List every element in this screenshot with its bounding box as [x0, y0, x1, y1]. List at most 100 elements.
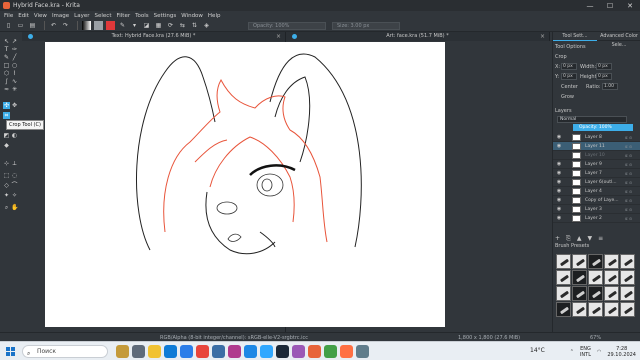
multibrush-icon[interactable]: ✳	[11, 86, 18, 93]
tab-advanced-color-selector[interactable]: Advanced Color Sele...	[597, 32, 640, 48]
edge-icon[interactable]	[164, 345, 177, 358]
transform-tool-icon[interactable]: ✣	[3, 102, 10, 109]
erase-mode-icon[interactable]: ◪	[142, 21, 151, 30]
brush-preset-icon[interactable]	[604, 254, 619, 269]
brush-preset-icon[interactable]	[572, 270, 587, 285]
y-input[interactable]: 0 px	[561, 73, 577, 80]
layer-row[interactable]: ◉ Layer 8 α ⊙	[553, 133, 640, 142]
brush-preset-icon[interactable]	[620, 270, 635, 285]
rectangle-tool-icon[interactable]: □	[3, 62, 10, 69]
eye-icon[interactable]: ◉	[556, 188, 562, 194]
menu-window[interactable]: Window	[181, 13, 203, 19]
colorize-mask-icon[interactable]: ◐	[11, 132, 18, 139]
krita-taskbar-icon[interactable]	[308, 345, 321, 358]
layer-row-selected[interactable]: ◉ Layer 11 α ⊙	[553, 142, 640, 151]
telegram-icon[interactable]	[212, 345, 225, 358]
tab-tool-settings[interactable]: Tool Sett...	[553, 32, 597, 41]
crop-tool-icon[interactable]: ⌗	[3, 112, 10, 119]
blend-mode-select[interactable]: Normal	[557, 116, 627, 123]
layer-flags-icon[interactable]: α ⊙	[625, 216, 640, 221]
taskbar-search-input[interactable]: ⌕ Поиск	[22, 345, 108, 358]
close-tab-icon[interactable]: ×	[540, 32, 545, 41]
layer-flags-icon[interactable]: α ⊙	[625, 162, 640, 167]
width-input[interactable]: 0 px	[596, 63, 612, 70]
layer-row[interactable]: ◉ Layer 2 α ⊙	[553, 214, 640, 223]
brush-preset-icon[interactable]	[556, 302, 571, 317]
discord-icon[interactable]	[292, 345, 305, 358]
dynamic-brush-icon[interactable]: ≈	[3, 86, 10, 93]
move-tool-icon[interactable]: ✥	[11, 102, 18, 109]
layer-flags-icon[interactable]: α ⊙	[625, 135, 640, 140]
layer-flags-icon[interactable]: α ⊙	[625, 198, 640, 203]
drawing-canvas[interactable]	[45, 42, 445, 327]
file-explorer-icon[interactable]	[148, 345, 161, 358]
size-slider[interactable]: Size: 3.00 px	[332, 22, 400, 30]
zoom-tool-icon[interactable]: ⌕	[3, 204, 10, 211]
brush-preset-icon[interactable]	[620, 286, 635, 301]
photoshop-icon[interactable]	[260, 345, 273, 358]
redo-icon[interactable]: ↷	[61, 21, 70, 30]
brush-preset-icon[interactable]	[588, 254, 603, 269]
duplicate-layer-button[interactable]: ⎘	[566, 235, 571, 243]
ratio-input[interactable]: 1.00	[602, 83, 618, 90]
menu-help[interactable]: Help	[208, 13, 221, 19]
menu-image[interactable]: Image	[52, 13, 69, 19]
menu-edit[interactable]: Edit	[18, 13, 29, 19]
menu-settings[interactable]: Settings	[154, 13, 177, 19]
add-layer-button[interactable]: +	[555, 235, 560, 243]
x-input[interactable]: 0 px	[561, 63, 577, 70]
similar-select-icon[interactable]: ✧	[11, 192, 18, 199]
eye-icon[interactable]: ◉	[556, 170, 562, 176]
layer-row[interactable]: ◉ Layer 6(outl... α ⊙	[553, 178, 640, 187]
brush-preset-icon[interactable]	[604, 286, 619, 301]
undo-icon[interactable]: ↶	[49, 21, 58, 30]
brush-preset-icon[interactable]	[604, 302, 619, 317]
menu-layer[interactable]: Layer	[74, 13, 89, 19]
layer-flags-icon[interactable]: α ⊙	[625, 153, 640, 158]
foreground-color-icon[interactable]	[106, 21, 115, 30]
layer-properties-button[interactable]: ≡	[598, 235, 603, 243]
phoenix-app-icon[interactable]	[116, 345, 129, 358]
calligraphy-icon[interactable]: ✑	[11, 46, 18, 53]
polyline-tool-icon[interactable]: ⌇	[11, 70, 18, 77]
gradient-icon[interactable]	[82, 21, 91, 30]
layer-flags-icon[interactable]: α ⊙	[625, 180, 640, 185]
language-indicator[interactable]: ENG INTL	[580, 346, 591, 358]
layer-row[interactable]: ◉ Layer 3 α ⊙	[553, 205, 640, 214]
pan-tool-icon[interactable]: ✋	[11, 204, 18, 211]
layer-row[interactable]: ◉ Layer 9 α ⊙	[553, 160, 640, 169]
layer-flags-icon[interactable]: α ⊙	[625, 171, 640, 176]
media-app-icon[interactable]	[228, 345, 241, 358]
brush-preset-icon[interactable]	[572, 302, 587, 317]
eye-icon[interactable]: ◉	[556, 143, 562, 149]
contiguous-select-icon[interactable]: ✦	[3, 192, 10, 199]
reload-preset-icon[interactable]: ⟳	[166, 21, 175, 30]
brush-tool-icon[interactable]: ✎	[3, 54, 10, 61]
weather-widget[interactable]: 14°C	[530, 347, 545, 354]
tray-arrow-icon[interactable]: ⌃	[570, 349, 574, 355]
steam-icon[interactable]	[276, 345, 289, 358]
assistant-tool-icon[interactable]: ⊹	[3, 160, 10, 167]
word-icon[interactable]	[244, 345, 257, 358]
layer-row[interactable]: Layer 10 α ⊙	[553, 151, 640, 160]
bezier-tool-icon[interactable]: ∫	[3, 78, 10, 85]
brush-preset-icon[interactable]: ✎	[118, 21, 127, 30]
freehand-select-icon[interactable]: ⌒	[11, 182, 18, 189]
preserve-alpha-icon[interactable]: ▦	[154, 21, 163, 30]
menu-filter[interactable]: Filter	[116, 13, 130, 19]
eye-icon[interactable]: ◉	[556, 206, 562, 212]
ellipse-tool-icon[interactable]: ○	[11, 62, 18, 69]
app-icon[interactable]	[324, 345, 337, 358]
freehand-path-icon[interactable]: ∿	[11, 78, 18, 85]
fill-tool-icon[interactable]: ◆	[3, 142, 10, 149]
eye-icon[interactable]: ◉	[556, 134, 562, 140]
menu-tools[interactable]: Tools	[135, 13, 149, 19]
move-layer-up-button[interactable]: ▲	[577, 235, 582, 243]
eye-icon[interactable]: ◉	[556, 197, 562, 203]
measure-tool-icon[interactable]: ⟂	[11, 160, 18, 167]
layer-opacity-slider[interactable]: Opacity: 100%	[573, 124, 633, 131]
minimize-button[interactable]: —	[580, 0, 600, 11]
maximize-button[interactable]: ☐	[600, 0, 620, 11]
brush-preset-icon[interactable]	[572, 254, 587, 269]
brush-preset-icon[interactable]	[620, 254, 635, 269]
